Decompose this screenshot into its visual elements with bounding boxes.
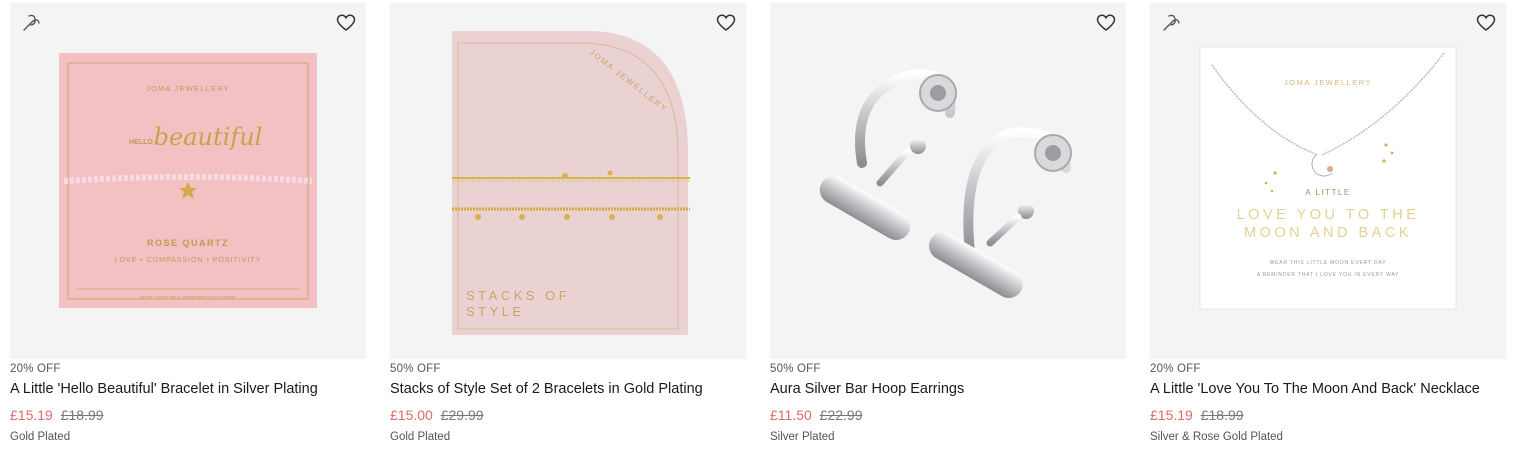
card-line2-text: MOON AND BACK xyxy=(1244,225,1412,241)
original-price: £22.99 xyxy=(819,407,863,423)
card-footer-text: MADE USING REAL SEMI-PRECIOUS STONE xyxy=(140,295,235,300)
gift-ribbon-icon xyxy=(23,14,40,31)
product-name-link[interactable]: Aura Silver Bar Hoop Earrings xyxy=(770,381,964,397)
product-card[interactable]: JOMA JEWELLERY HELLO beautiful ROSE QUAR… xyxy=(10,3,366,443)
product-image[interactable]: JOMA JEWELLERY A LITTLE LOVE YOU TO THE … xyxy=(1150,3,1506,359)
heart-outline-icon[interactable] xyxy=(1095,12,1117,34)
card-small1-text: WEAR THIS LITTLE MOON EVERY DAY xyxy=(1270,260,1387,266)
card-hello-text: HELLO xyxy=(129,139,153,146)
bracelet-card-illustration: JOMA JEWELLERY HELLO beautiful ROSE QUAR… xyxy=(10,3,366,359)
product-image[interactable] xyxy=(770,3,1126,359)
product-finish: Silver Plated xyxy=(770,431,835,443)
card-brand-text: JOMA JEWELLERY xyxy=(146,84,230,93)
card-script-text: beautiful xyxy=(154,123,263,151)
discount-badge: 50% OFF xyxy=(770,363,821,375)
card-stone-text: ROSE QUARTZ xyxy=(147,238,229,248)
product-finish: Gold Plated xyxy=(390,431,451,443)
discount-badge: 20% OFF xyxy=(1150,363,1201,375)
discount-badge: 20% OFF xyxy=(10,363,61,375)
heart-outline-icon[interactable] xyxy=(715,12,737,34)
price-block: £15.19 £18.99 xyxy=(10,407,104,423)
original-price: £18.99 xyxy=(1200,407,1244,423)
product-card[interactable]: 50% OFF Aura Silver Bar Hoop Earrings £1… xyxy=(770,3,1126,443)
card-tagline-text: LOVE • COMPASSION • POSITIVITY xyxy=(115,257,262,264)
bracelet-set-illustration: JOMA JEWELLERY STACKS OF STYLE xyxy=(390,3,746,359)
product-name-link[interactable]: A Little 'Love You To The Moon And Back'… xyxy=(1150,381,1480,397)
product-image[interactable]: JOMA JEWELLERY HELLO beautiful ROSE QUAR… xyxy=(10,3,366,359)
sale-price: £15.19 xyxy=(1150,407,1193,423)
price-block: £15.19 £18.99 xyxy=(1150,407,1244,423)
original-price: £18.99 xyxy=(60,407,104,423)
product-image[interactable]: JOMA JEWELLERY STACKS OF STYLE xyxy=(390,3,746,359)
gift-ribbon-icon xyxy=(1163,14,1180,31)
card-line1-text: LOVE YOU TO THE xyxy=(1237,207,1420,223)
sale-price: £15.19 xyxy=(10,407,53,423)
sale-price: £11.50 xyxy=(770,407,812,423)
heart-outline-icon[interactable] xyxy=(335,12,357,34)
card-small2-text: A REMINDER THAT I LOVE YOU IN EVERY WAY xyxy=(1257,272,1400,278)
product-card[interactable]: JOMA JEWELLERY A LITTLE LOVE YOU TO THE … xyxy=(1150,3,1506,443)
product-finish: Gold Plated xyxy=(10,431,71,443)
sale-price: £15.00 xyxy=(390,407,433,423)
product-grid: JOMA JEWELLERY HELLO beautiful ROSE QUAR… xyxy=(0,0,1515,467)
product-card[interactable]: JOMA JEWELLERY STACKS OF STYLE 50% OFF S… xyxy=(390,3,746,443)
price-block: £11.50 £22.99 xyxy=(770,407,863,423)
product-finish: Silver & Rose Gold Plated xyxy=(1150,431,1283,443)
card-brand-text: JOMA JEWELLERY xyxy=(1284,78,1372,87)
price-block: £15.00 £29.99 xyxy=(390,407,484,423)
hoop-earrings-illustration xyxy=(770,3,1126,359)
discount-badge: 50% OFF xyxy=(390,363,441,375)
original-price: £29.99 xyxy=(440,407,484,423)
necklace-card-illustration: JOMA JEWELLERY A LITTLE LOVE YOU TO THE … xyxy=(1150,3,1506,359)
product-name-link[interactable]: Stacks of Style Set of 2 Bracelets in Go… xyxy=(390,381,703,397)
heart-outline-icon[interactable] xyxy=(1475,12,1497,34)
card-a-little-text: A LITTLE xyxy=(1305,188,1350,197)
card-title-line2: STYLE xyxy=(466,304,525,319)
card-title-line1: STACKS OF xyxy=(466,288,570,303)
product-name-link[interactable]: A Little 'Hello Beautiful' Bracelet in S… xyxy=(10,381,318,397)
